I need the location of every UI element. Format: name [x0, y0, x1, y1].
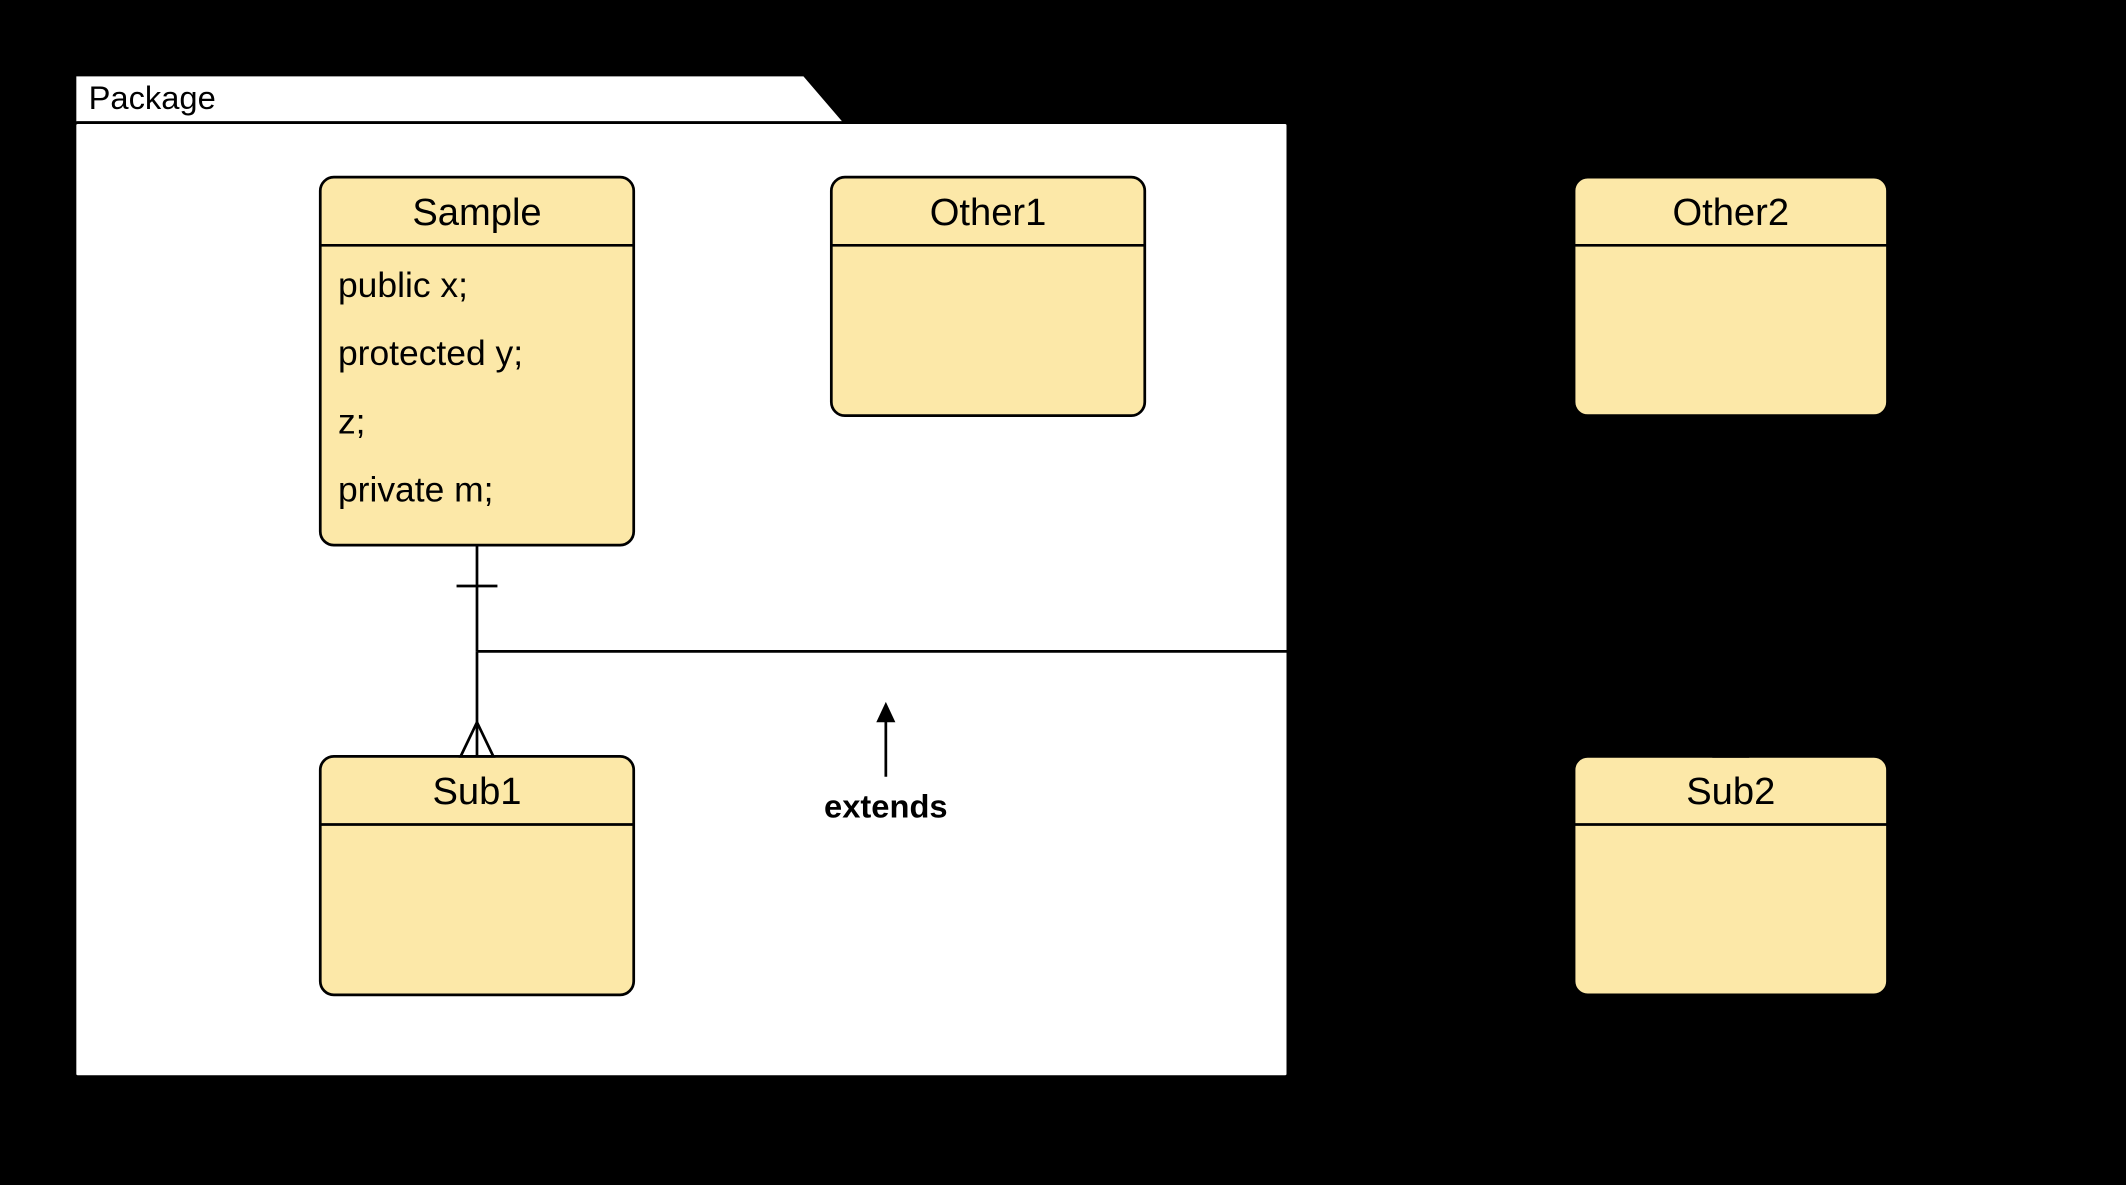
class-sample-name: Sample — [412, 191, 541, 234]
class-sample-attr-2: z; — [338, 401, 366, 441]
class-sub1: Sub1 — [320, 756, 633, 994]
class-sample-attr-3: private m; — [338, 470, 494, 510]
class-sub2-name: Sub2 — [1686, 770, 1775, 813]
class-sample-attr-1: protected y; — [338, 333, 523, 373]
uml-diagram: Package Sample public x; protected y; z;… — [0, 0, 2126, 1090]
class-other2: Other2 — [1574, 177, 1887, 415]
class-sub1-name: Sub1 — [432, 770, 521, 813]
class-sample-attr-0: public x; — [338, 265, 468, 305]
class-other1-name: Other1 — [930, 191, 1047, 234]
class-other1: Other1 — [831, 177, 1144, 415]
class-sub2: Sub2 — [1574, 756, 1887, 994]
class-other2-name: Other2 — [1672, 191, 1789, 234]
relation-extends-label: extends — [824, 788, 948, 825]
package-label: Package — [89, 79, 216, 116]
class-sample: Sample public x; protected y; z; private… — [320, 177, 633, 545]
